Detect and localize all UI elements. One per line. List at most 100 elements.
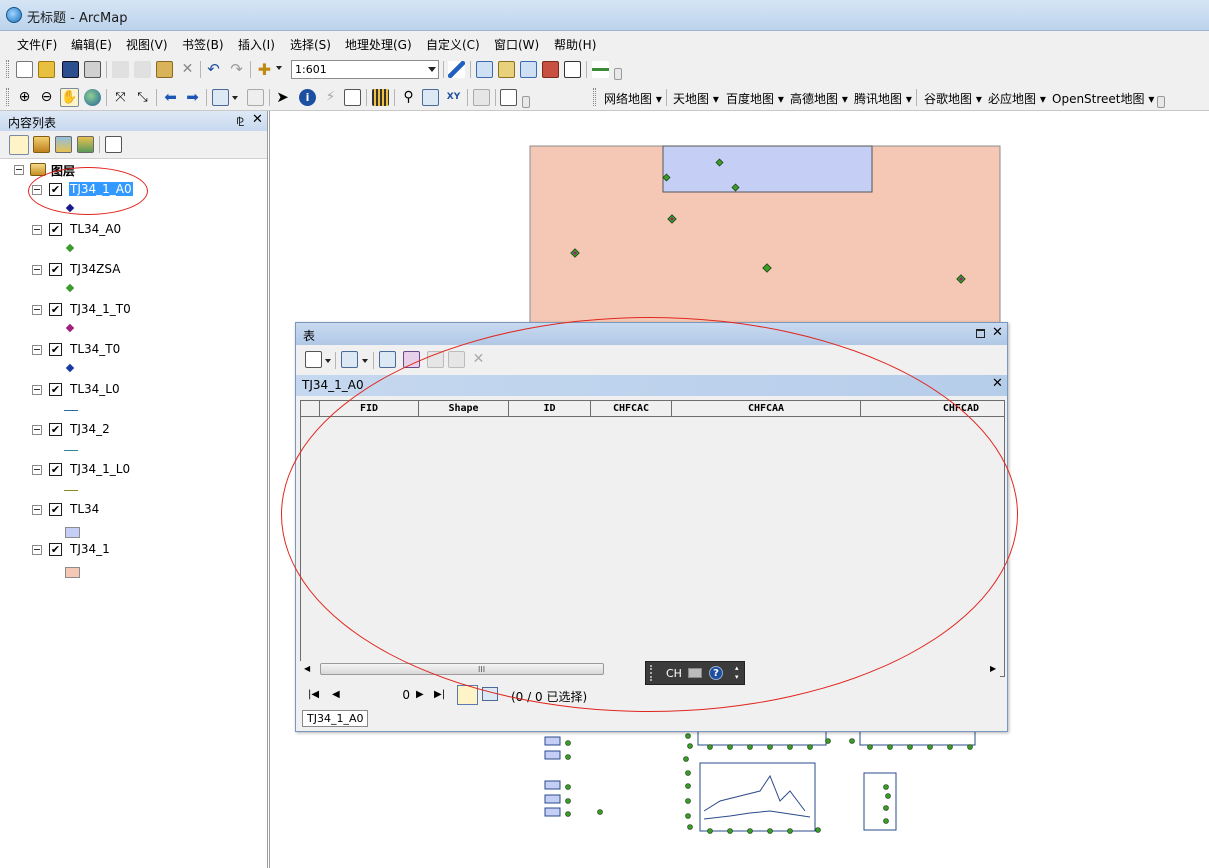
map-service-menu[interactable]: 腾讯地图 ▾: [854, 90, 912, 107]
zoom-out-icon[interactable]: ⊖: [38, 89, 55, 106]
collapse-icon[interactable]: [32, 465, 42, 475]
toolbar-options-icon[interactable]: [1157, 96, 1165, 108]
map-service-menu[interactable]: 谷歌地图 ▾: [924, 90, 982, 107]
ime-language-label[interactable]: CH: [666, 667, 682, 680]
previous-record-icon[interactable]: ◀: [332, 689, 340, 700]
copy-icon[interactable]: [134, 61, 151, 78]
chevron-down-icon[interactable]: [362, 359, 368, 363]
search-window-icon[interactable]: [520, 61, 537, 78]
collapse-icon[interactable]: [32, 345, 42, 355]
layer-name[interactable]: TL34: [69, 502, 100, 516]
map-service-menu[interactable]: 天地图 ▾: [673, 90, 719, 107]
keyboard-icon[interactable]: [688, 668, 702, 678]
column-header-chfcaa[interactable]: CHFCAA: [672, 401, 861, 417]
point-symbol-icon[interactable]: [65, 243, 75, 253]
point-symbol-icon[interactable]: [65, 283, 75, 293]
column-header-chfcad[interactable]: CHFCAD: [861, 401, 1004, 417]
collapse-icon[interactable]: [32, 505, 42, 515]
list-by-drawing-order-icon[interactable]: [9, 135, 29, 155]
point-symbol-icon[interactable]: [65, 363, 75, 373]
modelbuilder-icon[interactable]: [592, 61, 609, 78]
layer-row-tl34[interactable]: ✔ TL34: [0, 501, 267, 538]
help-icon[interactable]: ?: [709, 666, 723, 680]
row-selector-header[interactable]: [301, 401, 320, 417]
menu-help[interactable]: 帮助(H): [554, 36, 596, 53]
fixed-zoom-out-icon[interactable]: ⤡: [134, 89, 151, 106]
select-features-icon[interactable]: [212, 89, 229, 106]
layer-name[interactable]: TJ34_2: [69, 422, 111, 436]
save-icon[interactable]: [62, 61, 79, 78]
layer-visibility-checkbox[interactable]: ✔: [49, 303, 62, 316]
clear-selection-icon[interactable]: [247, 89, 264, 106]
select-elements-arrow-icon[interactable]: ➤: [274, 89, 291, 106]
toolbar-grip[interactable]: [6, 60, 9, 78]
last-record-icon[interactable]: ▶|: [434, 689, 445, 700]
polygon-symbol-icon[interactable]: [65, 527, 80, 538]
editor-toolbar-icon[interactable]: [448, 61, 465, 78]
layer-name[interactable]: TJ34_1_T0: [69, 302, 132, 316]
collapse-icon[interactable]: [32, 425, 42, 435]
scrollbar-thumb[interactable]: III: [320, 663, 604, 675]
full-extent-globe-icon[interactable]: [84, 89, 101, 106]
add-data-dropdown-icon[interactable]: [276, 66, 282, 70]
close-icon[interactable]: ✕: [252, 112, 263, 127]
zoom-to-selected-icon[interactable]: [448, 351, 465, 368]
paste-icon[interactable]: [156, 61, 173, 78]
layer-name[interactable]: TJ34_1_A0: [69, 182, 133, 196]
cut-icon[interactable]: [112, 61, 129, 78]
point-symbol-icon[interactable]: [65, 203, 75, 213]
toc-options-icon[interactable]: [105, 136, 122, 153]
layer-visibility-checkbox[interactable]: ✔: [49, 463, 62, 476]
show-selected-records-icon[interactable]: [482, 687, 498, 701]
layer-row-tl34-t0[interactable]: ✔ TL34_T0: [0, 341, 267, 373]
menu-edit[interactable]: 编辑(E): [71, 36, 112, 53]
layer-visibility-checkbox[interactable]: ✔: [49, 263, 62, 276]
list-by-source-icon[interactable]: [33, 136, 50, 153]
collapse-icon[interactable]: [32, 185, 42, 195]
menu-selection[interactable]: 选择(S): [290, 36, 331, 53]
show-all-records-icon[interactable]: [457, 685, 478, 705]
zoom-in-icon[interactable]: ⊕: [16, 89, 33, 106]
maximize-icon[interactable]: [976, 329, 985, 338]
layer-name[interactable]: TJ34_1: [69, 542, 111, 556]
map-scale-combo[interactable]: 1:601: [291, 60, 439, 79]
layer-row-tj34-1-a0[interactable]: ✔ TJ34_1_A0: [0, 181, 267, 213]
line-symbol-icon[interactable]: [64, 450, 78, 451]
polygon-symbol-icon[interactable]: [65, 567, 80, 578]
redo-icon[interactable]: ↷: [228, 61, 245, 78]
ime-language-bar[interactable]: CH ? ▴ ▾: [645, 661, 745, 685]
toolbar-grip[interactable]: [593, 88, 596, 106]
layer-row-tj34-1-t0[interactable]: ✔ TJ34_1_T0: [0, 301, 267, 333]
map-service-menu[interactable]: 高德地图 ▾: [790, 90, 848, 107]
ime-options-icon[interactable]: ▴ ▾: [735, 664, 739, 682]
layer-row-tl34-a0[interactable]: ✔ TL34_A0: [0, 221, 267, 253]
layer-visibility-checkbox[interactable]: ✔: [49, 503, 62, 516]
go-back-arrow-icon[interactable]: ⬅: [162, 89, 179, 106]
layer-row-tl34-l0[interactable]: ✔ TL34_L0: [0, 381, 267, 411]
table-options-icon[interactable]: [305, 351, 322, 368]
toolbar-options-icon[interactable]: [522, 96, 530, 108]
time-slider-icon[interactable]: [473, 89, 490, 106]
menu-windows[interactable]: 窗口(W): [494, 36, 539, 53]
map-service-menu[interactable]: 网络地图 ▾: [604, 90, 662, 107]
scroll-left-icon[interactable]: ◀: [304, 664, 310, 673]
layer-name[interactable]: TL34_T0: [69, 342, 121, 356]
column-header-id[interactable]: ID: [509, 401, 591, 417]
menu-bookmarks[interactable]: 书签(B): [182, 36, 224, 53]
column-header-fid[interactable]: FID: [320, 401, 419, 417]
clear-selection-icon[interactable]: [427, 351, 444, 368]
line-symbol-icon[interactable]: [64, 490, 78, 491]
layer-name[interactable]: TL34_A0: [69, 222, 122, 236]
select-by-attributes-icon[interactable]: [379, 351, 396, 368]
layer-visibility-checkbox[interactable]: ✔: [49, 423, 62, 436]
map-service-menu[interactable]: 百度地图 ▾: [726, 90, 784, 107]
add-data-icon[interactable]: ✚: [256, 61, 273, 78]
related-tables-icon[interactable]: [341, 351, 358, 368]
scroll-right-icon[interactable]: ▶: [990, 664, 996, 673]
layers-root[interactable]: 图层: [0, 161, 267, 181]
html-popup-icon[interactable]: [344, 89, 361, 106]
layer-name[interactable]: TL34_L0: [69, 382, 121, 396]
column-header-chfcac[interactable]: CHFCAC: [591, 401, 672, 417]
line-symbol-icon[interactable]: [64, 410, 78, 411]
attribute-grid[interactable]: FID Shape ID CHFCAC CHFCAA CHFCAD: [300, 400, 1005, 677]
